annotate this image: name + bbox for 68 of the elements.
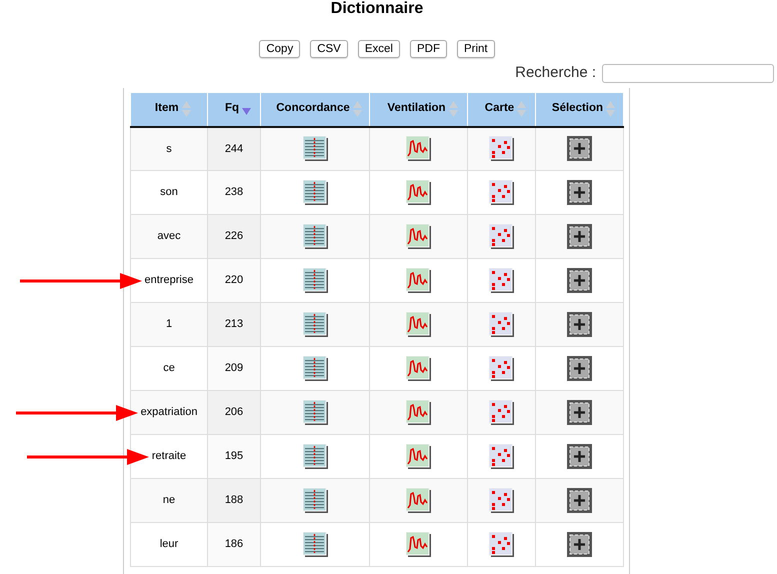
- line-chart-icon[interactable]: [406, 356, 431, 381]
- dot-grid-icon[interactable]: [489, 180, 514, 205]
- add-icon[interactable]: [567, 356, 592, 381]
- table-cell: retraite: [152, 450, 186, 462]
- concordance-icon[interactable]: [302, 312, 328, 337]
- add-icon[interactable]: [567, 224, 592, 249]
- table-cell: 186: [224, 538, 244, 550]
- line-chart-icon[interactable]: [406, 532, 431, 557]
- table-cell: 206: [224, 406, 244, 418]
- concordance-icon[interactable]: [302, 180, 328, 205]
- export-button[interactable]: Print: [456, 40, 495, 58]
- export-button[interactable]: Copy: [259, 40, 300, 58]
- concordance-icon[interactable]: [302, 400, 328, 425]
- concordance-icon[interactable]: [302, 488, 328, 513]
- table-cell: ne: [162, 494, 176, 506]
- search-label: Recherche :: [515, 63, 596, 83]
- table-cell: 195: [224, 450, 244, 462]
- line-chart-icon[interactable]: [406, 224, 431, 249]
- add-icon[interactable]: [567, 268, 592, 293]
- concordance-icon[interactable]: [302, 356, 328, 381]
- export-button[interactable]: Excel: [358, 40, 400, 58]
- concordance-icon[interactable]: [302, 532, 328, 557]
- table-cell: entreprise: [144, 274, 194, 286]
- table-cell: 226: [224, 230, 244, 242]
- table-cell: 1: [166, 318, 172, 330]
- concordance-icon[interactable]: [302, 136, 328, 162]
- search-field[interactable]: [602, 64, 774, 83]
- concordance-icon[interactable]: [302, 268, 328, 293]
- line-chart-icon[interactable]: [406, 400, 431, 425]
- concordance-icon[interactable]: [302, 444, 328, 469]
- add-icon[interactable]: [567, 444, 592, 469]
- add-icon[interactable]: [567, 312, 592, 337]
- table-cell: expatriation: [140, 406, 198, 418]
- add-icon[interactable]: [567, 180, 592, 205]
- dot-grid-icon[interactable]: [489, 400, 514, 425]
- add-icon[interactable]: [567, 532, 592, 557]
- page-title: Dictionnaire: [330, 0, 424, 18]
- table-cell: 244: [224, 142, 244, 154]
- table-cell: 238: [224, 186, 244, 198]
- export-button[interactable]: PDF: [410, 40, 447, 58]
- table-cell: son: [160, 186, 178, 198]
- line-chart-icon[interactable]: [406, 312, 431, 337]
- dot-grid-icon[interactable]: [489, 532, 514, 557]
- add-icon[interactable]: [567, 136, 592, 162]
- table-cell: avec: [157, 230, 181, 242]
- line-chart-icon[interactable]: [406, 268, 431, 293]
- table-cell: 220: [224, 274, 244, 286]
- table-cell: 209: [224, 362, 244, 374]
- table-cell: 188: [224, 494, 244, 506]
- export-button[interactable]: CSV: [310, 40, 348, 58]
- line-chart-icon[interactable]: [406, 136, 431, 162]
- dot-grid-icon[interactable]: [489, 356, 514, 381]
- concordance-icon[interactable]: [302, 224, 328, 249]
- line-chart-icon[interactable]: [406, 180, 431, 205]
- dot-grid-icon[interactable]: [489, 224, 514, 249]
- line-chart-icon[interactable]: [406, 444, 431, 469]
- dot-grid-icon[interactable]: [489, 444, 514, 469]
- dot-grid-icon[interactable]: [489, 312, 514, 337]
- table-cell: 213: [224, 318, 244, 330]
- table-cell: s: [166, 142, 172, 154]
- dot-grid-icon[interactable]: [489, 136, 514, 162]
- dot-grid-icon[interactable]: [489, 268, 514, 293]
- dot-grid-icon[interactable]: [489, 488, 514, 513]
- line-chart-icon[interactable]: [406, 488, 431, 513]
- table-cell: ce: [163, 362, 175, 374]
- add-icon[interactable]: [567, 400, 592, 425]
- add-icon[interactable]: [567, 488, 592, 513]
- table-cell: leur: [160, 538, 178, 550]
